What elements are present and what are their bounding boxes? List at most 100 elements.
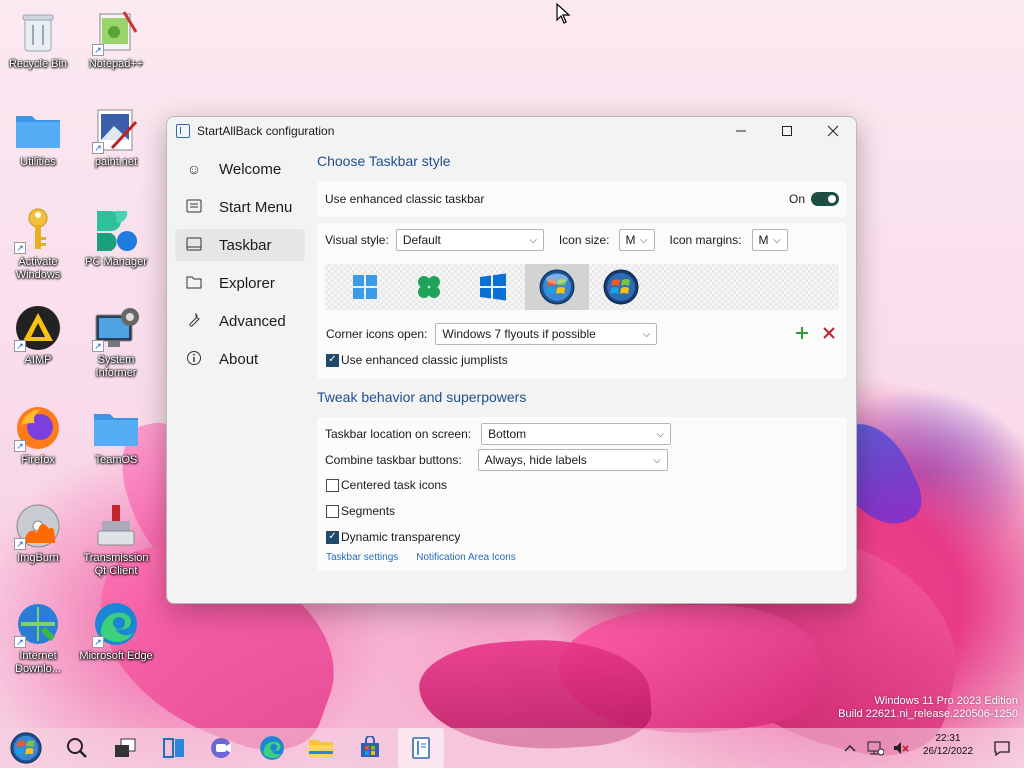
store-button[interactable]	[350, 728, 390, 768]
pc-manager-icon	[92, 206, 140, 254]
folder-icon	[92, 404, 140, 452]
close-icon	[823, 326, 835, 339]
desktop-icon-teamos[interactable]: TeamOS	[78, 404, 154, 467]
widgets-icon	[163, 738, 184, 758]
desktop-icon-transmission[interactable]: Transmission Qt Client	[78, 502, 154, 578]
sidebar-item-label: About	[219, 350, 259, 368]
sidebar-item-taskbar[interactable]: Taskbar	[175, 229, 305, 261]
task-view-icon	[115, 738, 136, 757]
jumplists-checkbox[interactable]: ✓	[326, 353, 339, 367]
visual-style-select[interactable]: Default ⌵	[395, 229, 544, 251]
notifications-button[interactable]	[990, 728, 1014, 768]
recycle-bin-icon	[14, 8, 62, 56]
network-tray-button[interactable]	[864, 728, 886, 768]
centered-icons-row[interactable]: Centered task icons	[317, 475, 847, 495]
desktop-icon-idm[interactable]: ↗ Internet Downlo...	[0, 600, 76, 676]
edition-line: Windows 11 Pro 2023 Edition	[874, 695, 1019, 707]
style-option-clover[interactable]	[397, 264, 461, 310]
add-button[interactable]	[795, 324, 809, 344]
desktop-icon-utilities[interactable]: Utilities	[0, 106, 76, 169]
edge-icon: ↗	[92, 600, 140, 648]
desktop-icon-paintnet[interactable]: ↗ paint.net	[78, 106, 154, 169]
sidebar-item-explorer[interactable]: Explorer	[175, 267, 305, 299]
sidebar-item-advanced[interactable]: Advanced	[175, 305, 305, 337]
notification-icon	[994, 741, 1010, 756]
close-button[interactable]	[810, 117, 856, 145]
remove-button[interactable]	[823, 326, 835, 342]
combine-buttons-value: Always, hide labels	[484, 453, 587, 467]
folder-icon	[14, 106, 62, 154]
chevron-down-icon: ⌵	[656, 428, 665, 440]
desktop-icon-label: AIMP	[24, 354, 52, 366]
desktop-icon-activate-windows[interactable]: ↗ Activate Windows	[0, 206, 76, 282]
volume-tray-button[interactable]	[890, 728, 912, 768]
teams-button[interactable]	[202, 728, 242, 768]
style-option-windows-11[interactable]	[333, 264, 397, 310]
desktop-icon-recycle-bin[interactable]: Recycle Bin	[0, 8, 76, 71]
dynamic-transparency-row[interactable]: ✓ Dynamic transparency	[317, 527, 847, 547]
combine-buttons-select[interactable]: Always, hide labels ⌵	[477, 449, 668, 471]
jumplists-row[interactable]: ✓ Use enhanced classic jumplists	[317, 350, 847, 370]
edge-icon	[260, 736, 284, 760]
taskbar-clock[interactable]: 22:31 26/12/2022	[916, 733, 980, 757]
centered-icons-label: Centered task icons	[341, 478, 448, 492]
segments-checkbox[interactable]	[326, 504, 339, 518]
main-content: Choose Taskbar style Use enhanced classi…	[317, 149, 847, 571]
corner-icons-select[interactable]: Windows 7 flyouts if possible ⌵	[435, 323, 658, 345]
transmission-icon	[92, 502, 140, 550]
start-button[interactable]	[6, 728, 46, 768]
plus-icon	[796, 327, 808, 339]
start-orb-icon	[10, 732, 42, 764]
windows-vista-orb-icon	[603, 269, 639, 305]
desktop-icon-edge[interactable]: ↗ Microsoft Edge	[78, 600, 154, 663]
tray-overflow-button[interactable]	[840, 728, 860, 768]
desktop-icon-aimp[interactable]: ↗ AIMP	[0, 304, 76, 367]
notification-area-icons-link[interactable]: Notification Area Icons	[416, 552, 516, 563]
desktop-icon-firefox[interactable]: ↗ Firefox	[0, 404, 76, 467]
sidebar-item-welcome[interactable]: ☺ Welcome	[175, 153, 305, 185]
segments-row[interactable]: Segments	[317, 501, 847, 521]
edge-taskbar-button[interactable]	[252, 728, 292, 768]
network-icon	[867, 741, 884, 756]
style-option-windows-10[interactable]	[461, 264, 525, 310]
desktop-icon-notepadpp[interactable]: ↗ Notepad++	[78, 8, 154, 71]
desktop-icon-label: Microsoft Edge	[79, 650, 153, 662]
icon-size-select[interactable]: M ⌵	[618, 229, 655, 251]
file-explorer-button[interactable]	[301, 728, 341, 768]
search-button[interactable]	[57, 728, 97, 768]
centered-icons-checkbox[interactable]	[326, 478, 339, 492]
sidebar-item-start-menu[interactable]: Start Menu	[175, 191, 305, 223]
key-icon: ↗	[14, 206, 62, 254]
clock-time: 22:31	[935, 733, 961, 744]
idm-icon: ↗	[14, 600, 62, 648]
section-title-taskbar-style: Choose Taskbar style	[317, 153, 451, 169]
sidebar-item-label: Taskbar	[219, 236, 272, 254]
windows-10-icon	[480, 273, 506, 301]
desktop-icon-label: ImgBurn	[17, 552, 59, 564]
taskbar-location-select[interactable]: Bottom ⌵	[481, 423, 672, 445]
explorer-icon	[185, 275, 203, 292]
widgets-button[interactable]	[154, 728, 194, 768]
close-icon	[827, 125, 839, 137]
minimize-button[interactable]	[718, 117, 764, 145]
task-view-button[interactable]	[105, 728, 145, 768]
enhanced-taskbar-toggle[interactable]	[811, 192, 839, 206]
desktop-icon-system-informer[interactable]: ↗ System Informer	[78, 304, 154, 380]
style-option-windows-7[interactable]	[525, 264, 589, 310]
desktop-icon-pc-manager[interactable]: PC Manager	[78, 206, 154, 269]
search-icon	[67, 738, 87, 758]
chevron-down-icon: ⌵	[653, 454, 661, 466]
style-option-windows-vista[interactable]	[589, 264, 653, 310]
maximize-button[interactable]	[764, 117, 810, 145]
desktop-icon-label: Utilities	[20, 156, 56, 168]
startallback-taskbar-button[interactable]	[398, 728, 444, 768]
edition-watermark: Windows 11 Pro 2023 Edition Build 22621.…	[838, 695, 1018, 720]
chevron-up-icon	[844, 745, 856, 752]
title-bar[interactable]: StartAllBack configuration	[167, 117, 856, 145]
sidebar-item-about[interactable]: About	[175, 343, 305, 375]
icon-margins-select[interactable]: M ⌵	[751, 229, 788, 251]
dynamic-transparency-checkbox[interactable]: ✓	[326, 530, 339, 544]
taskbar-settings-link[interactable]: Taskbar settings	[326, 552, 398, 563]
volume-muted-icon	[894, 742, 909, 754]
desktop-icon-imgburn[interactable]: ↗ ImgBurn	[0, 502, 76, 565]
